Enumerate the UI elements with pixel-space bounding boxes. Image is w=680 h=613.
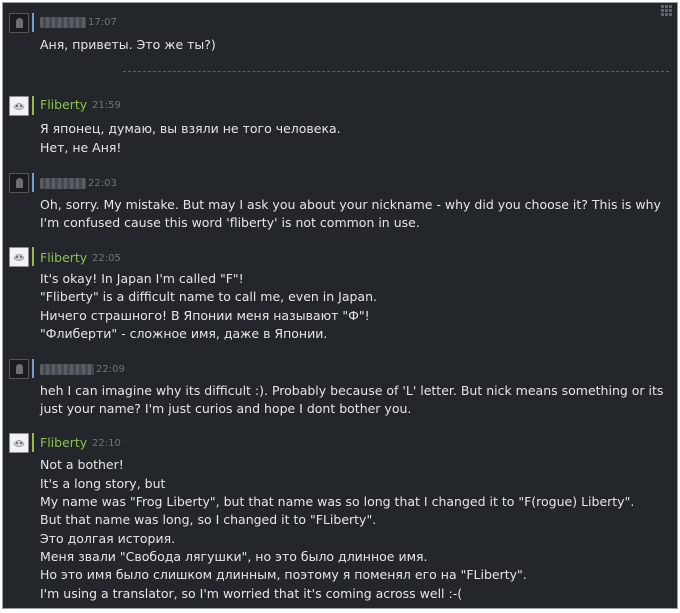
avatar[interactable] [9, 173, 29, 193]
sender-name[interactable] [40, 178, 86, 189]
message-line: Я японец, думаю, вы взяли не того челове… [40, 121, 341, 136]
speaker-bar [32, 96, 34, 115]
sender-name[interactable] [40, 17, 86, 28]
avatar[interactable] [9, 13, 29, 33]
message-line: I'm using a translator, so I'm worried t… [40, 586, 463, 601]
sender-name[interactable]: Fliberty [40, 250, 87, 265]
sender-name[interactable] [40, 364, 94, 375]
avatar[interactable] [9, 96, 29, 116]
speaker-bar [32, 433, 34, 452]
message-line: Ничего страшного! В Японии меня называют… [40, 308, 370, 323]
timestamp: 22:09 [96, 364, 125, 375]
avatar[interactable] [9, 359, 29, 379]
timestamp: 22:10 [92, 438, 121, 449]
message-line: Это долгая история. [40, 531, 176, 546]
avatar[interactable] [9, 247, 29, 267]
avatar[interactable] [9, 433, 29, 453]
timestamp: 22:03 [88, 178, 117, 189]
message-line: "Fliberty" is a difficult name to call m… [40, 289, 377, 304]
sender-name[interactable]: Fliberty [40, 97, 87, 112]
grip-icon[interactable] [661, 5, 672, 16]
sender-name[interactable]: Fliberty [40, 435, 87, 450]
message-line: It's okay! In Japan I'm called "F"! [40, 271, 244, 286]
message-line: Not a bother! [40, 457, 124, 472]
message-line: Но это имя было слишком длинным, поэтому… [40, 567, 527, 582]
new-messages-divider [123, 71, 669, 72]
message-line: just your name? I'm just curios and hope… [40, 401, 412, 416]
message-line: Меня звали "Свобода лягушки", но это был… [40, 549, 428, 564]
message-line: "Флиберти" - сложное имя, даже в Японии. [40, 326, 328, 341]
speaker-bar [32, 13, 34, 32]
speaker-bar [32, 359, 34, 378]
timestamp: 17:07 [88, 17, 117, 28]
message-line: It's a long story, but [40, 476, 166, 491]
message-line: Oh, sorry. My mistake. But may I ask you… [40, 197, 661, 212]
message-line: But that name was long, so I changed it … [40, 512, 377, 527]
message-line: I'm confused cause this word 'fliberty' … [40, 215, 420, 230]
message-line: Аня, приветы. Это же ты?) [40, 37, 216, 52]
message-line: heh I can imagine why its difficult :). … [40, 383, 664, 398]
timestamp: 22:05 [92, 253, 121, 264]
timestamp: 21:59 [92, 100, 121, 111]
speaker-bar [32, 173, 34, 192]
chat-log: 17:07 Аня, приветы. Это же ты?) Fliberty… [2, 2, 678, 609]
speaker-bar [32, 247, 34, 266]
message-line: Нет, не Аня! [40, 140, 122, 155]
message-line: My name was "Frog Liberty", but that nam… [40, 494, 635, 509]
